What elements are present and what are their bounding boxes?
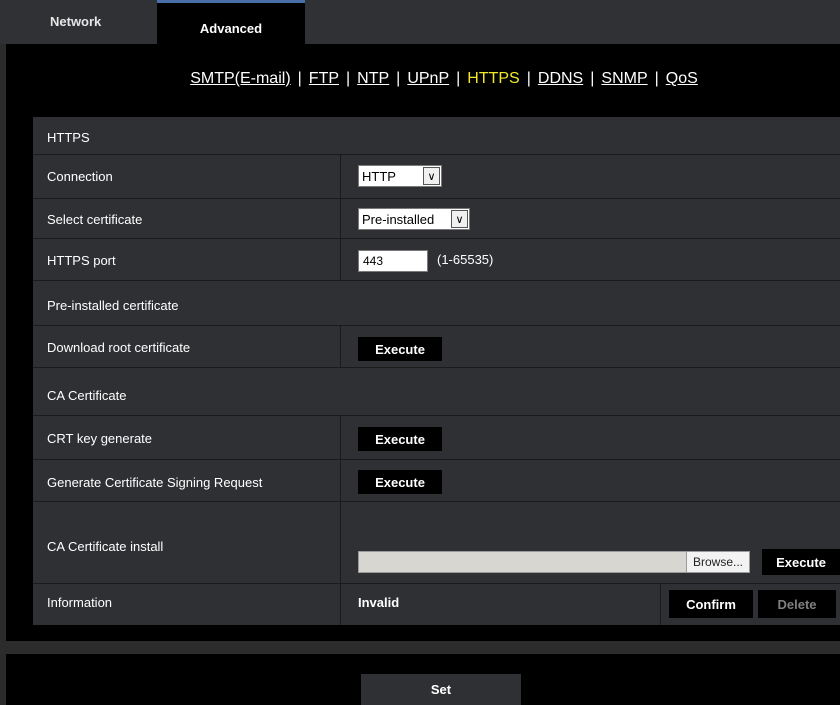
connection-select[interactable]: HTTP ∨ [358, 165, 442, 187]
chevron-down-icon: ∨ [451, 210, 468, 228]
column-divider [340, 199, 341, 238]
row-crt-key: CRT key generate Execute [33, 416, 840, 460]
column-divider [340, 239, 341, 280]
row-connection: Connection HTTP ∨ [33, 155, 840, 199]
settings-panel: HTTPS Connection HTTP ∨ Select certifica… [33, 117, 840, 625]
information-value: Invalid [358, 595, 400, 610]
left-edge-strip [0, 44, 6, 705]
row-information: Information Invalid Confirm Delete [33, 584, 840, 625]
https-port-range: (1-65535) [437, 252, 494, 267]
ca-install-label: CA Certificate install [47, 539, 164, 554]
subnav-ntp[interactable]: NTP [357, 70, 389, 87]
column-divider [340, 155, 341, 198]
set-button[interactable]: Set [361, 674, 521, 705]
csr-execute-button[interactable]: Execute [358, 470, 442, 494]
delete-button[interactable]: Delete [758, 590, 836, 618]
download-root-label: Download root certificate [47, 340, 191, 355]
sub-navigation: SMTP(E-mail) | FTP | NTP | UPnP | HTTPS | DDNS | SNM… [0, 70, 840, 88]
subnav-ddns[interactable]: DDNS [538, 70, 583, 87]
column-divider [340, 326, 341, 367]
row-download-root: Download root certificate Execute [33, 326, 840, 368]
subnav-separator: | [590, 70, 595, 87]
section-title: CA Certificate [47, 388, 127, 403]
subnav-snmp[interactable]: SNMP [601, 70, 647, 87]
subnav-ftp[interactable]: FTP [309, 70, 339, 87]
section-https: HTTPS [33, 117, 840, 155]
information-label: Information [47, 595, 113, 610]
select-certificate-label: Select certificate [47, 212, 143, 227]
subnav-separator: | [654, 70, 659, 87]
certificate-select[interactable]: Pre-installed ∨ [358, 208, 470, 230]
column-divider [340, 416, 341, 459]
row-csr: Generate Certificate Signing Request Exe… [33, 460, 840, 502]
crt-key-label: CRT key generate [47, 431, 153, 446]
subnav-upnp[interactable]: UPnP [407, 70, 449, 87]
subnav-separator: | [346, 70, 351, 87]
https-port-label: HTTPS port [47, 253, 116, 268]
subnav-qos[interactable]: QoS [666, 70, 698, 87]
ca-file-input[interactable]: Browse... [358, 551, 750, 573]
tab-advanced[interactable]: Advanced [157, 0, 305, 44]
tab-network[interactable]: Network [0, 0, 157, 44]
section-preinstalled: Pre-installed certificate [33, 281, 840, 326]
certificate-value: Pre-installed [362, 211, 435, 227]
https-port-input[interactable]: 443 [358, 250, 428, 272]
top-tab-bar: Network Advanced [0, 0, 840, 44]
chevron-down-icon: ∨ [423, 167, 440, 185]
connection-value: HTTP [362, 168, 396, 184]
ca-install-execute-button[interactable]: Execute [762, 549, 840, 575]
column-divider [340, 460, 341, 501]
row-select-certificate: Select certificate Pre-installed ∨ [33, 199, 840, 239]
subnav-smtp[interactable]: SMTP(E-mail) [190, 70, 290, 87]
crt-key-execute-button[interactable]: Execute [358, 427, 442, 451]
section-ca: CA Certificate [33, 368, 840, 416]
subnav-https[interactable]: HTTPS [467, 70, 519, 87]
column-divider [340, 502, 341, 583]
subnav-separator: | [297, 70, 302, 87]
subnav-separator: | [526, 70, 531, 87]
download-root-execute-button[interactable]: Execute [358, 337, 442, 361]
subnav-separator: | [396, 70, 401, 87]
row-ca-install: CA Certificate install Browse... Execute [33, 502, 840, 584]
footer-divider [0, 641, 840, 654]
row-https-port: HTTPS port 443 (1-65535) [33, 239, 840, 281]
column-divider [340, 584, 341, 625]
subnav-separator: | [456, 70, 461, 87]
confirm-button[interactable]: Confirm [669, 590, 753, 618]
section-title: HTTPS [47, 130, 90, 145]
section-title: Pre-installed certificate [47, 298, 179, 313]
column-divider [660, 584, 661, 625]
csr-label: Generate Certificate Signing Request [47, 475, 263, 490]
browse-button[interactable]: Browse... [685, 552, 749, 572]
connection-label: Connection [47, 169, 113, 184]
